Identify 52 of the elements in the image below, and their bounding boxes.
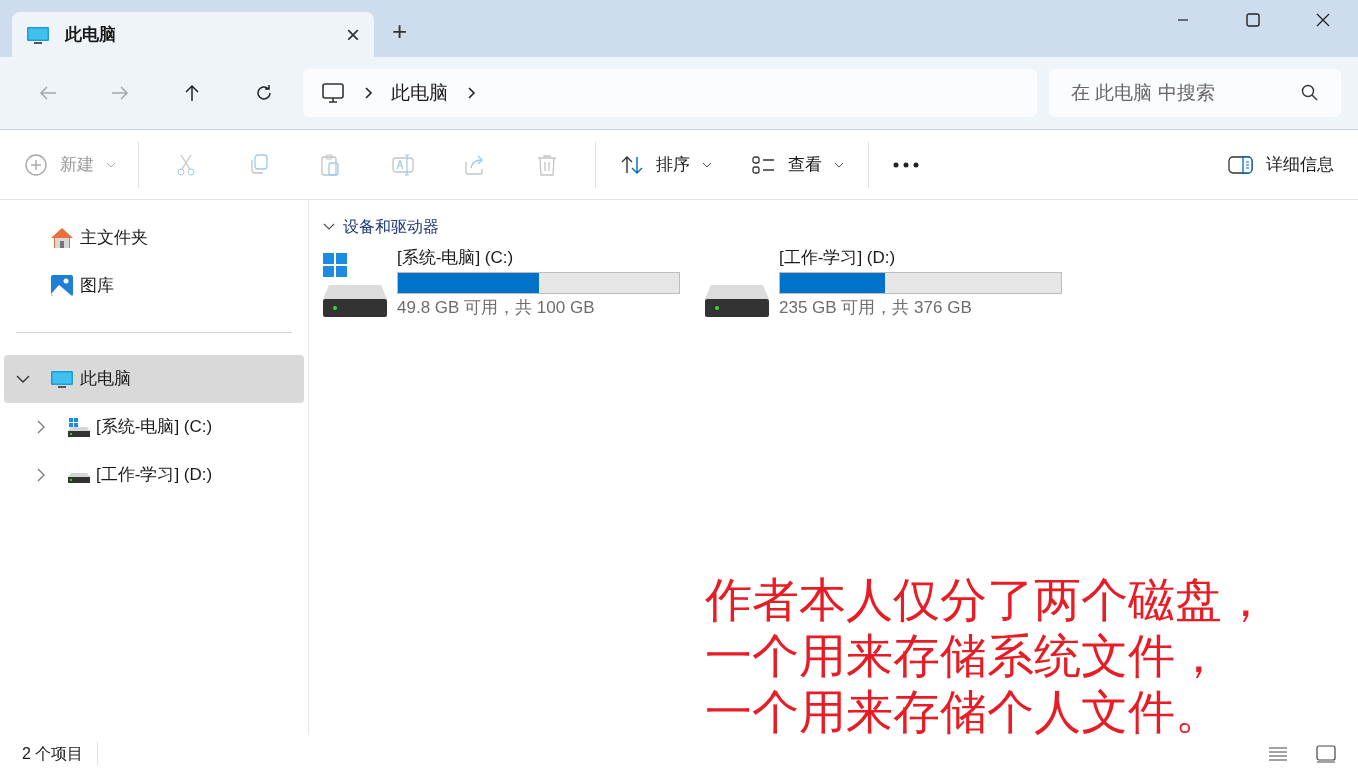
sort-button[interactable]: 排序 bbox=[608, 144, 724, 185]
annotation-text: 作者本人仅分了两个磁盘， bbox=[705, 572, 1269, 628]
computer-icon bbox=[50, 369, 74, 389]
caret-icon bbox=[106, 161, 116, 168]
plus-circle-icon bbox=[24, 152, 48, 177]
tiles-view-icon[interactable] bbox=[1316, 745, 1336, 763]
drive-space: 49.8 GB 可用，共 100 GB bbox=[397, 297, 596, 319]
home-icon bbox=[50, 227, 74, 249]
group-header[interactable]: 设备和驱动器 bbox=[323, 214, 1358, 240]
details-pane-icon bbox=[1228, 154, 1254, 175]
tree-item[interactable]: 此电脑 bbox=[4, 355, 304, 403]
breadcrumb[interactable]: 此电脑 bbox=[391, 78, 448, 108]
tab-title: 此电脑 bbox=[65, 23, 117, 46]
item-count: 2 个项目 bbox=[22, 742, 99, 766]
monitor-icon bbox=[321, 81, 345, 105]
caret-icon bbox=[834, 161, 844, 168]
computer-icon bbox=[26, 24, 50, 45]
drive-space: 235 GB 可用，共 376 GB bbox=[779, 297, 973, 319]
picture-frame-icon bbox=[50, 274, 74, 298]
search-icon[interactable] bbox=[1301, 84, 1319, 102]
windows-drive-icon bbox=[323, 251, 387, 317]
refresh-icon[interactable] bbox=[254, 83, 274, 103]
maximize-icon[interactable] bbox=[1246, 13, 1260, 27]
drive-tile[interactable]: [工作-学习] (D:) 235 GB 可用，共 376 GB bbox=[705, 246, 1069, 322]
windows-drive-icon bbox=[68, 417, 90, 437]
chevron-icon bbox=[323, 223, 335, 231]
sidebar-item[interactable]: 主文件夹 bbox=[0, 214, 308, 262]
sidebar-item[interactable]: 图库 bbox=[0, 262, 308, 310]
details-pane-button[interactable]: 详细信息 bbox=[1218, 144, 1344, 185]
annotation-text: 一个用来存储个人文件。 bbox=[705, 684, 1223, 740]
list-view-icon bbox=[752, 154, 776, 175]
details-view-icon[interactable] bbox=[1268, 746, 1288, 762]
caret-icon bbox=[702, 161, 712, 168]
close-icon[interactable] bbox=[1316, 13, 1330, 27]
drive-icon bbox=[705, 285, 769, 317]
new-tab-button[interactable]: + bbox=[392, 16, 408, 46]
minimize-icon[interactable] bbox=[1177, 19, 1189, 21]
search-field[interactable]: 在 此电脑 中搜索 bbox=[1049, 69, 1341, 117]
annotation-text: 一个用来存储系统文件， bbox=[705, 628, 1223, 684]
more-icon[interactable] bbox=[893, 161, 919, 168]
drive-icon bbox=[68, 473, 90, 483]
view-button[interactable]: 查看 bbox=[740, 144, 856, 185]
tree-item[interactable]: [系统-电脑] (C:) bbox=[4, 403, 304, 451]
tab[interactable]: 此电脑 × bbox=[12, 12, 374, 57]
drive-name: [系统-电脑] (C:) bbox=[397, 247, 515, 269]
chevron-icon[interactable] bbox=[363, 86, 373, 100]
drive-name: [工作-学习] (D:) bbox=[779, 247, 897, 269]
drive-tile[interactable]: [系统-电脑] (C:) 49.8 GB 可用，共 100 GB bbox=[323, 246, 687, 322]
address-bar[interactable]: 此电脑 bbox=[303, 69, 1037, 117]
close-tab-button[interactable]: × bbox=[346, 22, 360, 47]
chevron-icon[interactable] bbox=[466, 86, 476, 100]
tree-item[interactable]: [工作-学习] (D:) bbox=[4, 451, 304, 499]
